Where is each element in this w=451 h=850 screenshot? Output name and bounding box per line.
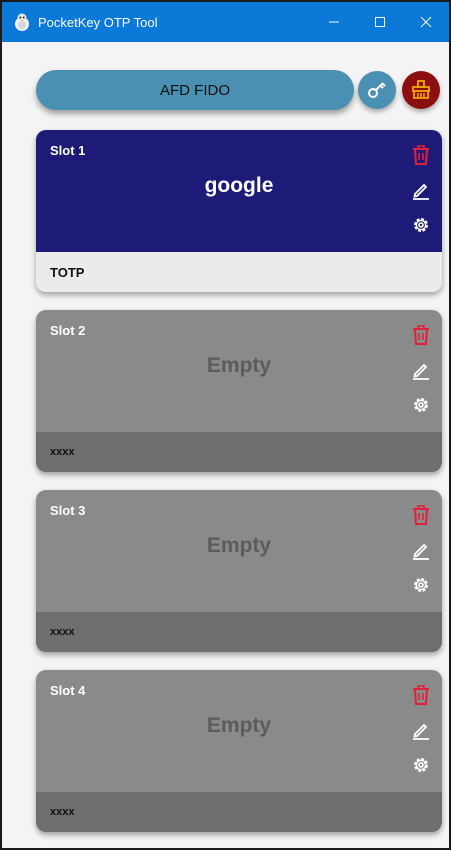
- app-window: PocketKey OTP Tool AFD FIDO Slot 1 googl…: [0, 0, 451, 850]
- slot-title: Slot 1: [50, 143, 86, 158]
- slot-type: TOTP: [36, 252, 442, 292]
- close-button[interactable]: [403, 2, 449, 42]
- slot-title: Slot 3: [50, 503, 86, 518]
- slot-type: xxxx: [36, 432, 442, 472]
- gear-icon: [414, 398, 428, 412]
- edit-slot-button[interactable]: [410, 179, 432, 201]
- edit-slot-button[interactable]: [410, 359, 432, 381]
- gear-icon: [414, 218, 428, 232]
- window-title: PocketKey OTP Tool: [38, 14, 158, 30]
- minimize-button[interactable]: [311, 2, 357, 42]
- close-icon: [420, 16, 432, 28]
- edit-icon: [413, 183, 429, 200]
- delete-slot-button[interactable]: [410, 324, 432, 346]
- delete-slot-button[interactable]: [410, 684, 432, 706]
- slot-actions: [410, 144, 432, 249]
- slot-type: xxxx: [36, 792, 442, 832]
- edit-icon: [413, 723, 429, 740]
- maximize-button[interactable]: [357, 2, 403, 42]
- slot-label: google: [204, 174, 274, 197]
- window-controls: [311, 2, 449, 42]
- slot-card-2[interactable]: Slot 2 Empty xxxx: [36, 310, 442, 472]
- slot-card-4[interactable]: Slot 4 Empty xxxx: [36, 670, 442, 832]
- slot-label: Empty: [206, 714, 272, 737]
- edit-icon: [413, 543, 429, 560]
- configure-slot-button[interactable]: [410, 214, 432, 236]
- edit-icon: [413, 363, 429, 380]
- slot-actions: [410, 504, 432, 609]
- device-toolbar: AFD FIDO: [2, 42, 449, 122]
- slot-label: Empty: [206, 534, 272, 557]
- configure-slot-button[interactable]: [410, 574, 432, 596]
- main-content: AFD FIDO Slot 1 google TOTP Slot 2 Empty…: [2, 42, 449, 848]
- delete-slot-button[interactable]: [410, 144, 432, 166]
- slot-body: Slot 2 Empty: [36, 310, 442, 432]
- slot-title: Slot 2: [50, 323, 86, 338]
- edit-slot-button[interactable]: [410, 539, 432, 561]
- minimize-icon: [329, 21, 339, 23]
- slot-actions: [410, 684, 432, 789]
- slot-card-1[interactable]: Slot 1 google TOTP: [36, 130, 442, 292]
- broom-icon: [412, 80, 430, 99]
- clear-all-button[interactable]: [402, 71, 440, 109]
- slot-body: Slot 4 Empty: [36, 670, 442, 792]
- slot-label: Empty: [206, 354, 272, 377]
- configure-slot-button[interactable]: [410, 754, 432, 776]
- trash-icon: [413, 505, 429, 525]
- slot-type: xxxx: [36, 612, 442, 652]
- key-icon: [368, 82, 386, 98]
- key-button[interactable]: [358, 71, 396, 109]
- trash-icon: [413, 325, 429, 345]
- trash-icon: [413, 685, 429, 705]
- device-selector-button[interactable]: AFD FIDO: [36, 70, 354, 110]
- slot-actions: [410, 324, 432, 429]
- app-logo-icon: [15, 13, 29, 31]
- slot-card-3[interactable]: Slot 3 Empty xxxx: [36, 490, 442, 652]
- edit-slot-button[interactable]: [410, 719, 432, 741]
- gear-icon: [414, 758, 428, 772]
- delete-slot-button[interactable]: [410, 504, 432, 526]
- configure-slot-button[interactable]: [410, 394, 432, 416]
- slot-body: Slot 3 Empty: [36, 490, 442, 612]
- slot-title: Slot 4: [50, 683, 86, 698]
- title-bar[interactable]: PocketKey OTP Tool: [2, 2, 449, 42]
- gear-icon: [414, 578, 428, 592]
- maximize-icon: [375, 17, 385, 27]
- trash-icon: [413, 145, 429, 165]
- slot-body: Slot 1 google: [36, 130, 442, 252]
